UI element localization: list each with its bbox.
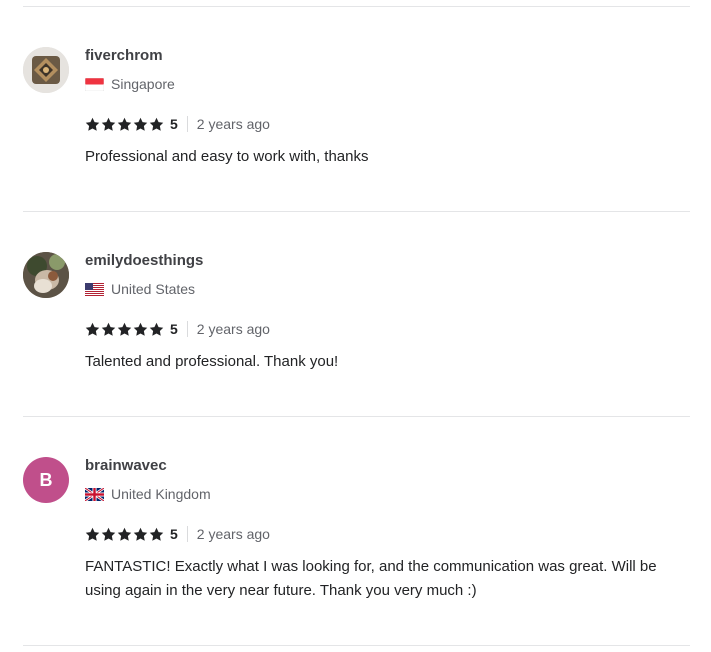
- rating-score: 5: [170, 526, 178, 542]
- rating-score: 5: [170, 116, 178, 132]
- divider-top: [23, 6, 690, 7]
- star-icon: [133, 527, 148, 541]
- star-icon: [85, 117, 100, 131]
- rating-row: 5 2 years ago: [85, 321, 270, 337]
- star-icon: [149, 527, 164, 541]
- star-rating: [85, 527, 164, 542]
- divider-bottom: [23, 645, 690, 646]
- avatar-image: [23, 252, 69, 298]
- reviewer-username[interactable]: emilydoesthings: [85, 252, 203, 270]
- reviewer-username[interactable]: fiverchrom: [85, 47, 163, 65]
- avatar[interactable]: B: [23, 457, 69, 503]
- divider: [23, 211, 690, 212]
- reviewer-country: United States: [85, 281, 195, 297]
- star-icon: [101, 117, 116, 131]
- star-icon: [133, 322, 148, 336]
- star-rating: [85, 322, 164, 337]
- star-icon: [117, 322, 132, 336]
- star-icon: [117, 527, 132, 541]
- star-icon: [101, 322, 116, 336]
- review-time: 2 years ago: [196, 526, 270, 542]
- rating-separator: [186, 526, 188, 542]
- star-rating: [85, 117, 164, 132]
- us-flag-icon: [85, 282, 104, 296]
- reviewer-country: United Kingdom: [85, 486, 211, 502]
- star-icon: [117, 117, 132, 131]
- star-icon: [85, 527, 100, 541]
- rating-row: 5 2 years ago: [85, 116, 270, 132]
- country-label: United Kingdom: [111, 486, 211, 502]
- star-icon: [133, 117, 148, 131]
- star-icon: [85, 322, 100, 336]
- review-text: FANTASTIC! Exactly what I was looking fo…: [85, 558, 657, 599]
- singapore-flag-icon: [85, 77, 104, 91]
- avatar[interactable]: [23, 47, 69, 93]
- avatar[interactable]: [23, 252, 69, 298]
- review-text: Professional and easy to work with, than…: [85, 148, 369, 165]
- divider: [23, 416, 690, 417]
- reviewer-country: Singapore: [85, 76, 175, 92]
- uk-flag-icon: [85, 487, 104, 501]
- country-label: United States: [111, 281, 196, 297]
- review-text: Talented and professional. Thank you!: [85, 353, 339, 370]
- review-time: 2 years ago: [196, 116, 270, 132]
- rating-row: 5 2 years ago: [85, 526, 270, 542]
- review-time: 2 years ago: [196, 321, 270, 337]
- reviewer-username[interactable]: brainwavec: [85, 457, 167, 475]
- rating-separator: [186, 116, 188, 132]
- avatar-letter: B: [39, 469, 53, 490]
- avatar-image: [23, 47, 69, 93]
- star-icon: [149, 322, 164, 336]
- country-label: Singapore: [111, 76, 175, 92]
- star-icon: [149, 117, 164, 131]
- rating-score: 5: [170, 321, 178, 337]
- star-icon: [101, 527, 116, 541]
- rating-separator: [186, 321, 188, 337]
